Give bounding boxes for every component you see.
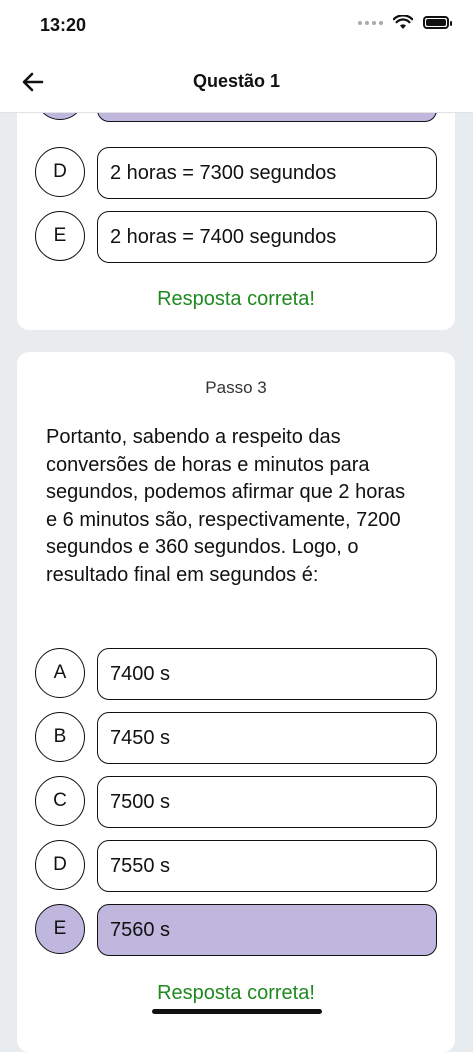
option-e[interactable]: E 7560 s [35, 904, 437, 956]
correct-feedback: Resposta correta! [157, 288, 315, 310]
option-answer: 2 horas = 7400 segundos [97, 211, 437, 263]
option-d[interactable]: D 7550 s [35, 840, 437, 892]
page-title: Questão 1 [192, 71, 281, 91]
option-answer: 7500 s [97, 776, 437, 828]
signal-icon [358, 20, 383, 25]
option-letter: C [35, 776, 85, 826]
step-3-card: Passo 3 Portanto, sabendo a respeito das… [17, 352, 455, 1052]
status-time: 13:20 [40, 15, 87, 35]
step-label: Passo 3 [205, 378, 267, 397]
status-icons [358, 15, 452, 30]
option-letter: D [35, 147, 85, 197]
correct-feedback: Resposta correta! [157, 982, 315, 1004]
option-answer: 7560 s [97, 904, 437, 956]
wifi-icon [393, 15, 413, 29]
option-b[interactable]: B 7450 s [35, 712, 437, 764]
option-letter: E [35, 211, 85, 261]
option-answer: 7550 s [97, 840, 437, 892]
option-a[interactable]: A 7400 s [35, 648, 437, 700]
option-d-prev[interactable]: D 2 horas = 7300 segundos [35, 147, 437, 199]
battery-icon [423, 16, 452, 29]
option-letter: E [35, 904, 85, 954]
option-answer: 7450 s [97, 712, 437, 764]
step-text: Portanto, sabendo a respeito das convers… [46, 426, 406, 586]
option-e-prev[interactable]: E 2 horas = 7400 segundos [35, 211, 437, 263]
status-bar: 13:20 [0, 0, 473, 52]
option-letter: A [35, 648, 85, 698]
option-c[interactable]: C 7500 s [35, 776, 437, 828]
option-answer: 2 horas = 7300 segundos [97, 147, 437, 199]
option-answer: 7400 s [97, 648, 437, 700]
option-letter: B [35, 712, 85, 762]
header: Questão 1 [0, 52, 473, 113]
option-letter: D [35, 840, 85, 890]
home-indicator [152, 1009, 322, 1014]
